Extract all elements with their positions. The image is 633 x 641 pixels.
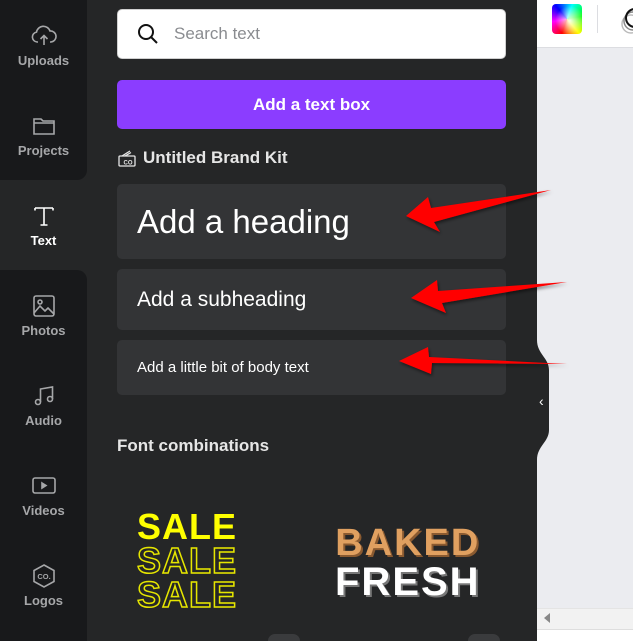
font-combo-sale[interactable]: SALE SALE SALE [136, 506, 238, 615]
add-body-text-label: Add a little bit of body text [137, 359, 309, 376]
svg-text:CO.: CO. [37, 572, 50, 581]
scroll-left-arrow-icon[interactable] [544, 613, 550, 623]
add-heading-label: Add a heading [137, 202, 350, 240]
sale-line-outline: SALE [136, 574, 238, 615]
search-input[interactable] [174, 24, 474, 44]
sidebar-item-label: Text [30, 232, 57, 248]
toolbar-divider [597, 5, 598, 33]
sidebar-item-label: Projects [17, 142, 70, 158]
text-panel: Add a text box CO Untitled Brand Kit Add… [87, 0, 537, 641]
font-combo-badge [468, 634, 500, 641]
animate-icon[interactable] [614, 6, 633, 34]
brand-kit-icon: CO [118, 150, 136, 167]
sale-line-outline: SALE [136, 540, 238, 581]
brand-kit-header[interactable]: CO Untitled Brand Kit [117, 148, 288, 168]
sidebar-item-logos[interactable]: CO. Logos [0, 540, 87, 630]
image-icon [32, 294, 55, 317]
sidebar-item-projects[interactable]: Projects [0, 90, 87, 180]
sidebar-item-text[interactable]: Text [0, 180, 87, 270]
sidebar-item-uploads[interactable]: Uploads [0, 0, 87, 90]
canvas-area[interactable] [537, 0, 633, 641]
sidebar-item-photos[interactable]: Photos [0, 270, 87, 360]
search-box[interactable] [117, 9, 506, 59]
brand-kit-label: Untitled Brand Kit [143, 148, 288, 167]
font-combo-badge [268, 634, 300, 641]
sidebar-item-label: Audio [25, 412, 62, 428]
sale-line-solid: SALE [137, 506, 238, 547]
horizontal-scrollbar[interactable] [537, 608, 633, 630]
fresh-line: FRESH [335, 560, 481, 604]
add-body-text-button[interactable]: Add a little bit of body text [117, 340, 506, 395]
folder-icon [32, 117, 55, 135]
sidebar-item-audio[interactable]: Audio [0, 360, 87, 450]
add-heading-button[interactable]: Add a heading [117, 184, 506, 259]
color-picker-swatch[interactable] [552, 4, 582, 34]
search-icon [138, 24, 158, 44]
add-text-box-button[interactable]: Add a text box [117, 80, 506, 129]
logo-hexagon-icon: CO. [32, 563, 55, 588]
music-note-icon [34, 385, 53, 405]
cloud-upload-icon [31, 25, 57, 45]
add-subheading-button[interactable]: Add a subheading [117, 269, 506, 330]
sidebar-item-videos[interactable]: Videos [0, 450, 87, 540]
text-icon [33, 206, 54, 226]
svg-text:CO: CO [124, 161, 133, 167]
sidebar-item-label: Photos [21, 322, 66, 338]
sidebar-item-label: Videos [22, 502, 65, 518]
video-icon [31, 476, 56, 494]
font-combo-baked-fresh[interactable]: BAKED FRESH [335, 524, 481, 602]
sidebar-item-label: Uploads [17, 52, 70, 68]
bottom-bar [537, 630, 633, 641]
sidebar-item-label: Logos [24, 592, 63, 608]
add-subheading-label: Add a subheading [137, 287, 307, 311]
baked-line: BAKED [335, 522, 481, 564]
canva-editor: Uploads Projects Text Photos Audio Video… [0, 0, 633, 641]
font-combinations-title: Font combinations [117, 436, 270, 455]
chevron-left-icon[interactable]: ‹ [539, 393, 544, 409]
